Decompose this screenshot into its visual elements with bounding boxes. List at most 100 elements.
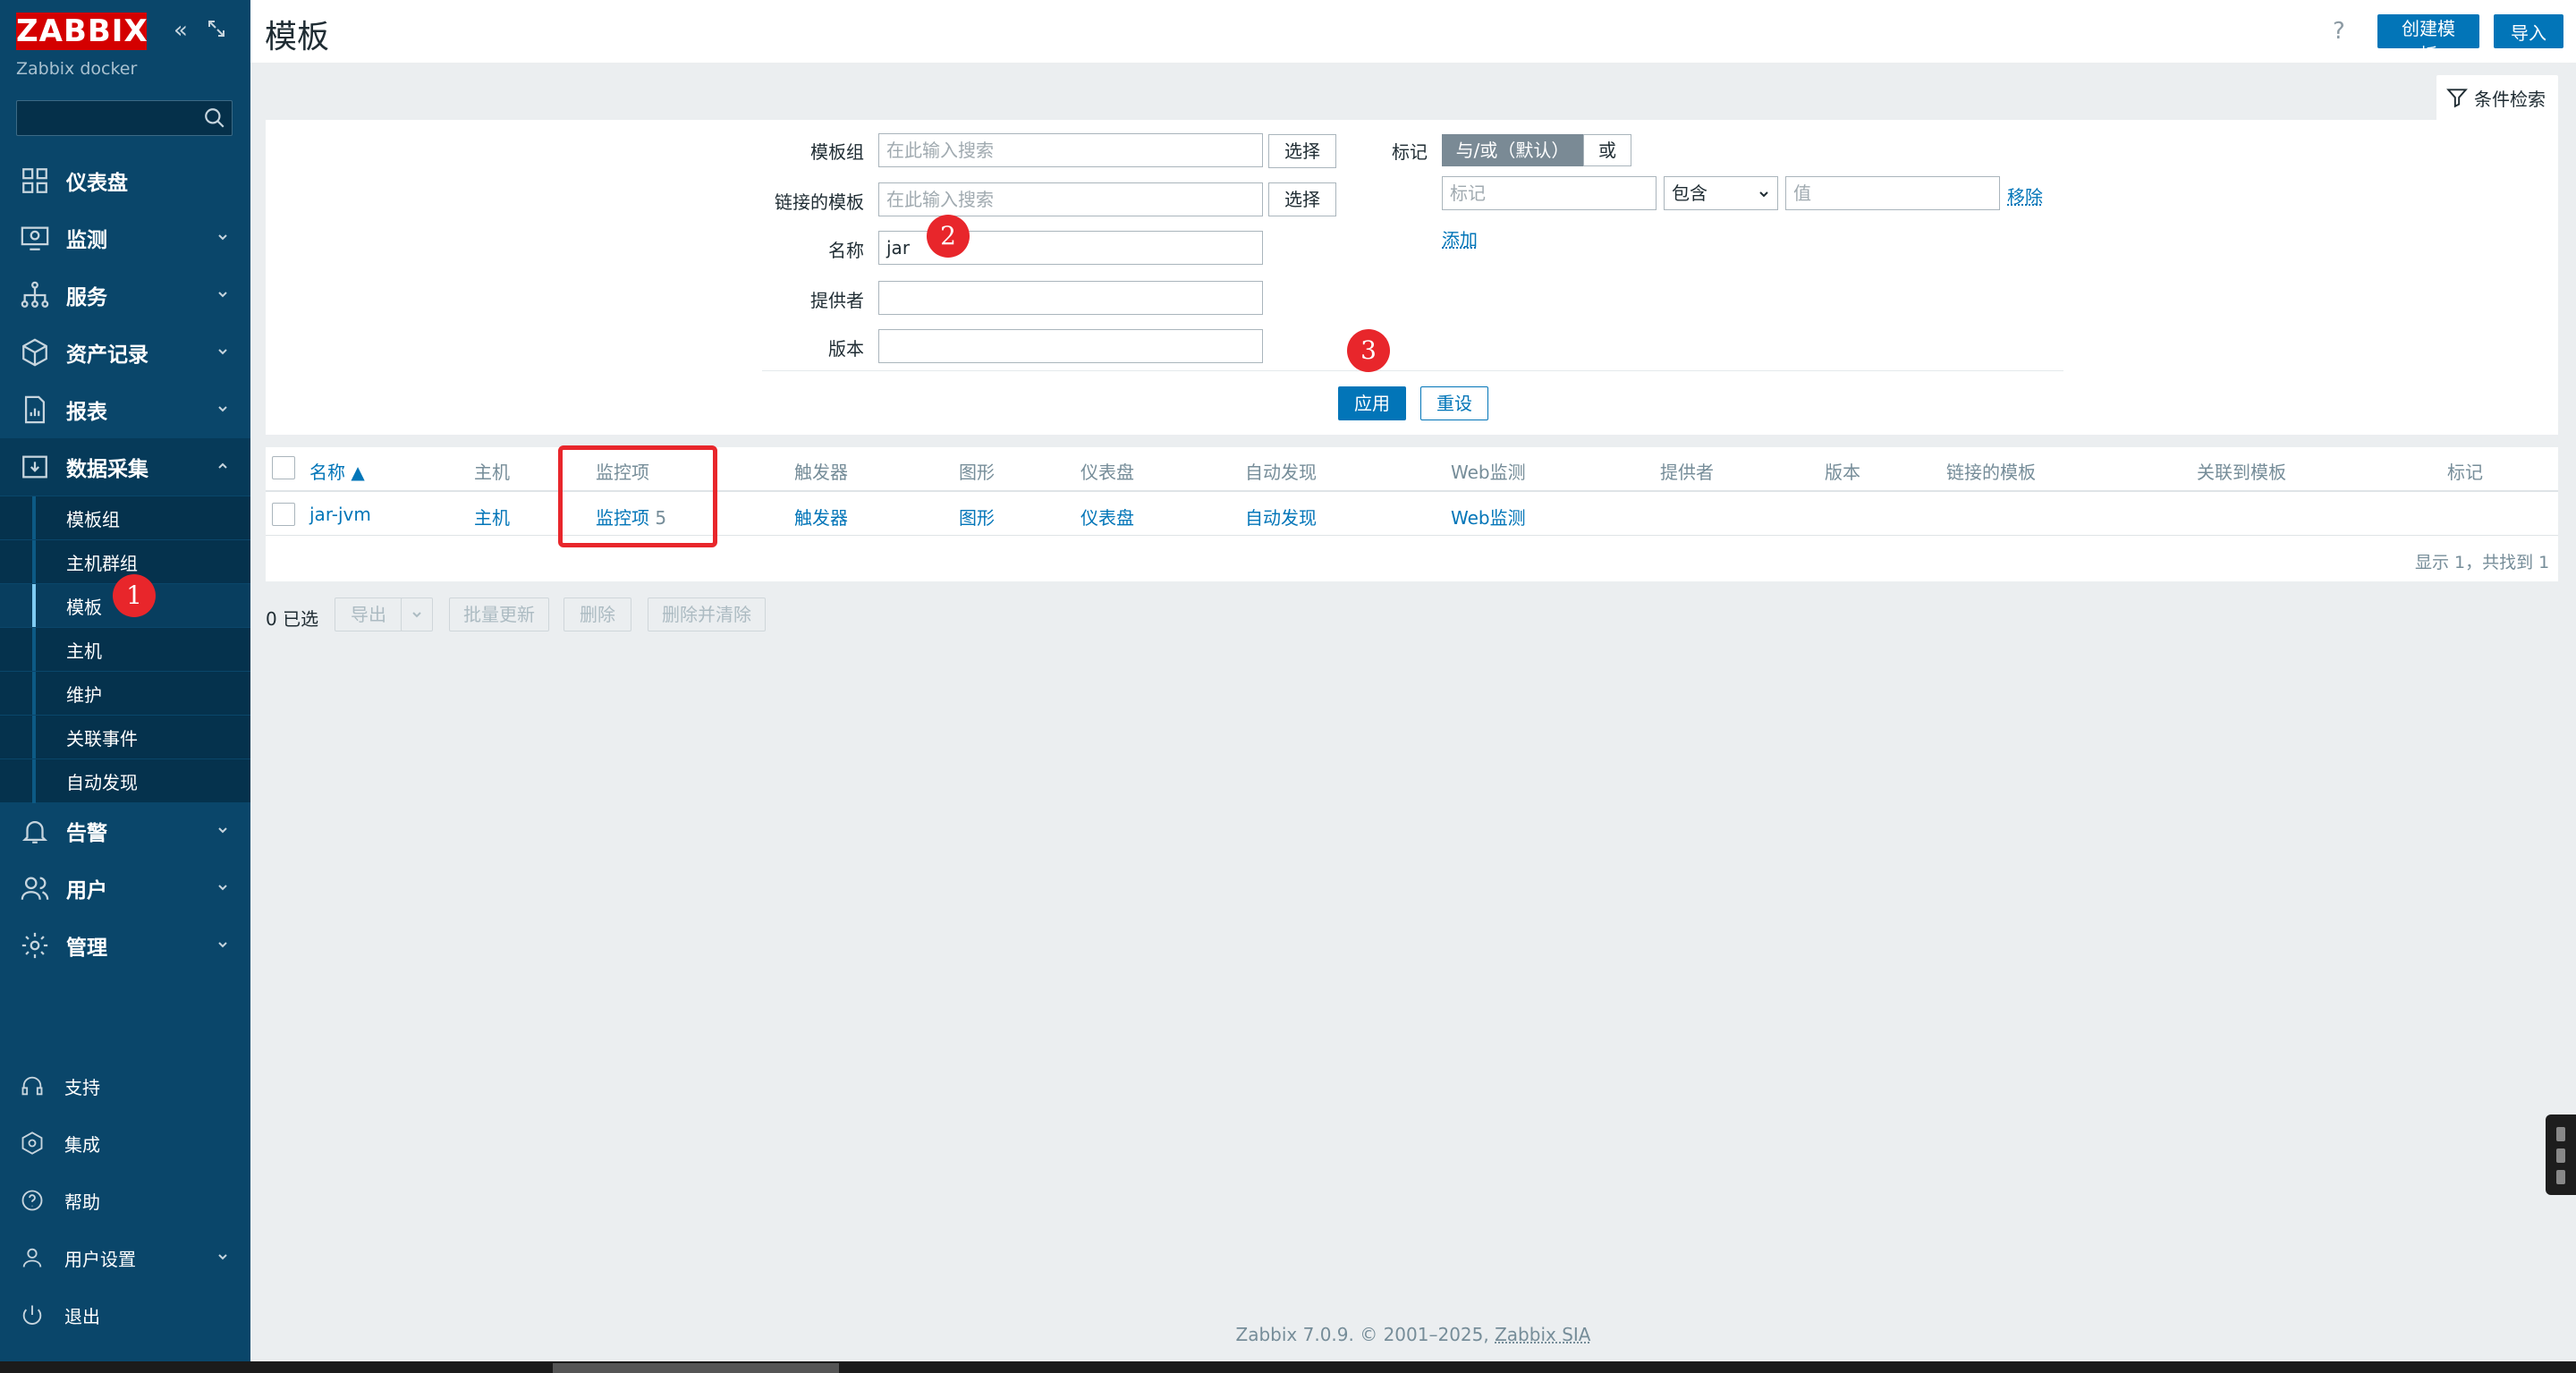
menu-sign-out[interactable]: 退出 [0,1286,250,1343]
menu-support[interactable]: 支持 [0,1057,250,1115]
integrations-icon [21,1131,43,1155]
submenu-event-correlation[interactable]: 关联事件 [0,715,250,759]
apply-button[interactable]: 应用 [1338,386,1406,420]
graphs-link[interactable]: 图形 [959,504,995,530]
menu-services[interactable]: 服务 [0,267,250,324]
hosts-link[interactable]: 主机 [474,504,510,530]
menu-label: 支持 [64,1076,100,1098]
version-input[interactable] [878,329,1263,363]
menu-user-settings[interactable]: 用户设置 [0,1229,250,1286]
headset-icon [21,1076,43,1096]
help-icon[interactable]: ? [2333,18,2345,45]
footer-text: Zabbix 7.0.9. © 2001–2025, [1235,1324,1496,1345]
menu-monitoring[interactable]: 监测 [0,209,250,267]
triggers-link[interactable]: 触发器 [794,504,848,530]
annotation-badge-2: 2 [927,215,970,258]
submenu-maintenance[interactable]: 维护 [0,671,250,716]
chevron-down-icon [1759,191,1768,198]
footer: Zabbix 7.0.9. © 2001–2025, Zabbix SIA [250,1324,2576,1345]
filter-tab[interactable]: 条件检索 [2436,75,2558,120]
search-icon[interactable] [203,106,226,130]
side-widget[interactable] [2546,1115,2576,1195]
remove-tag-link[interactable]: 移除 [2007,182,2043,208]
menu-reports[interactable]: 报表 [0,381,250,438]
main-menu: 仪表盘 监测 服务 资产记录 报表 数据采集 模板组 主机群组 模板 主机 维护… [0,152,250,974]
add-tag-link[interactable]: 添加 [1442,225,1478,251]
menu-users[interactable]: 用户 [0,860,250,917]
submenu-template-groups[interactable]: 模板组 [0,496,250,540]
linked-templates-label: 链接的模板 [775,191,864,213]
menu-inventory[interactable]: 资产记录 [0,324,250,381]
discovery-link[interactable]: 自动发现 [1245,504,1317,530]
chevron-down-icon [218,406,227,412]
delete-and-clear-button[interactable]: 删除并清除 [648,598,766,631]
submenu-hosts[interactable]: 主机 [0,627,250,672]
menu-label: 退出 [64,1305,100,1327]
column-header-vendor: 提供者 [1660,462,1714,483]
template-group-input[interactable]: 在此输入搜索 [878,133,1263,167]
tag-operator-select[interactable]: 包含 [1664,176,1778,210]
tag-and-or-toggle[interactable]: 与/或（默认） [1442,134,1583,166]
menu-integrations[interactable]: 集成 [0,1115,250,1172]
zabbix-logo[interactable]: ZABBIX [16,13,148,50]
template-group-label: 模板组 [810,141,864,163]
column-header-web: Web监测 [1451,462,1526,483]
menu-label: 资产记录 [66,343,148,367]
version-label: 版本 [828,338,864,360]
page-header: 模板 ? 创建模板 导入 [250,0,2576,65]
chevron-down-icon [218,292,227,298]
tag-operator-value: 包含 [1672,182,1707,204]
submenu-discovery[interactable]: 自动发现 [0,759,250,803]
menu-label: 报表 [66,401,107,424]
template-name-link[interactable]: jar-jvm [309,504,371,525]
chevron-up-icon [218,462,227,469]
tag-value-input[interactable]: 值 [1785,176,2000,210]
menu-help[interactable]: 帮助 [0,1172,250,1229]
column-header-linked-templates: 链接的模板 [1946,462,2036,483]
column-header-dashboards: 仪表盘 [1080,462,1134,483]
menu-label: 服务 [66,286,107,309]
delete-button[interactable]: 删除 [564,598,631,631]
row-checkbox[interactable] [272,503,295,526]
dashboards-link[interactable]: 仪表盘 [1080,504,1134,530]
annotation-badge-1: 1 [113,574,156,617]
reset-button[interactable]: 重设 [1420,386,1488,420]
web-link[interactable]: Web监测 [1451,504,1526,530]
menu-data-collection[interactable]: 数据采集 [0,438,250,496]
scrollbar-thumb[interactable] [553,1363,839,1373]
dashboard-icon [22,168,47,193]
submenu-label: 主机群组 [66,552,138,574]
menu-dashboard[interactable]: 仪表盘 [0,152,250,209]
horizontal-scrollbar[interactable] [0,1361,2576,1373]
sidebar-search-input[interactable] [16,100,233,136]
tag-name-input[interactable]: 标记 [1442,176,1657,210]
chevron-down-icon [412,612,421,618]
menu-administration[interactable]: 管理 [0,917,250,974]
vendor-input[interactable] [878,281,1263,315]
chevron-down-icon [218,827,227,834]
filter-panel [266,120,2558,435]
power-icon [22,1305,42,1325]
import-button[interactable]: 导入 [2494,14,2563,48]
users-icon [21,877,49,900]
tag-or-toggle[interactable]: 或 [1583,134,1631,166]
column-header-name[interactable]: 名称 ▲ [309,458,365,484]
linked-templates-input[interactable]: 在此输入搜索 [878,182,1263,216]
filter-icon [2446,89,2468,108]
export-dropdown-button[interactable] [401,598,433,631]
create-template-button[interactable]: 创建模板 [2377,14,2479,65]
footer-link[interactable]: Zabbix SIA [1495,1324,1590,1345]
filter-divider [762,370,2063,371]
menu-label: 管理 [66,937,107,960]
linked-templates-select-button[interactable]: 选择 [1268,182,1336,216]
submenu-label: 模板组 [66,508,120,530]
mass-update-button[interactable]: 批量更新 [449,598,549,631]
kiosk-mode-icon[interactable] [204,18,229,43]
data-collection-submenu: 模板组 主机群组 模板 主机 维护 关联事件 自动发现 [0,496,250,803]
table-summary: 显示 1，共找到 1 [2415,553,2550,572]
select-all-checkbox[interactable] [272,456,295,479]
menu-alerts[interactable]: 告警 [0,802,250,860]
collapse-sidebar-icon[interactable]: « [168,18,193,43]
column-header-graphs: 图形 [959,462,995,483]
export-button[interactable]: 导出 [335,598,402,631]
